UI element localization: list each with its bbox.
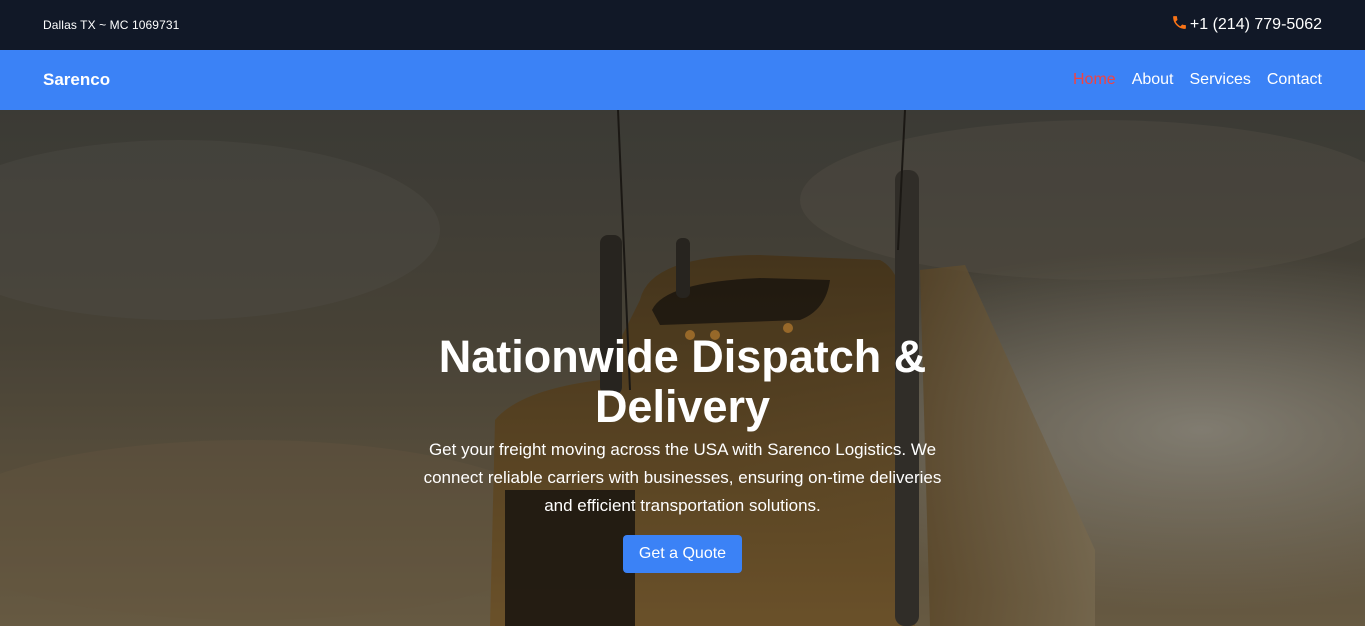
main-navbar: Sarenco Home About Services Contact — [0, 50, 1365, 110]
nav-links: Home About Services Contact — [1073, 71, 1322, 89]
hero-content: Nationwide Dispatch & Delivery Get your … — [0, 332, 1365, 573]
location-mc-text: Dallas TX ~ MC 1069731 — [43, 18, 180, 32]
hero-description: Get your freight moving across the USA w… — [423, 440, 942, 515]
nav-link-about[interactable]: About — [1132, 71, 1174, 89]
hero-title: Nationwide Dispatch & Delivery — [438, 331, 927, 432]
phone-link[interactable]: +1 (214) 779-5062 — [1171, 14, 1322, 36]
nav-link-contact[interactable]: Contact — [1267, 71, 1322, 89]
top-info-bar: Dallas TX ~ MC 1069731 +1 (214) 779-5062 — [0, 0, 1365, 50]
nav-link-services[interactable]: Services — [1190, 71, 1251, 89]
get-a-quote-button[interactable]: Get a Quote — [622, 535, 743, 573]
phone-number[interactable]: +1 (214) 779-5062 — [1190, 16, 1322, 34]
hero-section: Nationwide Dispatch & Delivery Get your … — [0, 110, 1365, 626]
phone-icon — [1171, 14, 1188, 36]
nav-link-home[interactable]: Home — [1073, 71, 1116, 89]
brand-logo[interactable]: Sarenco — [43, 70, 110, 90]
